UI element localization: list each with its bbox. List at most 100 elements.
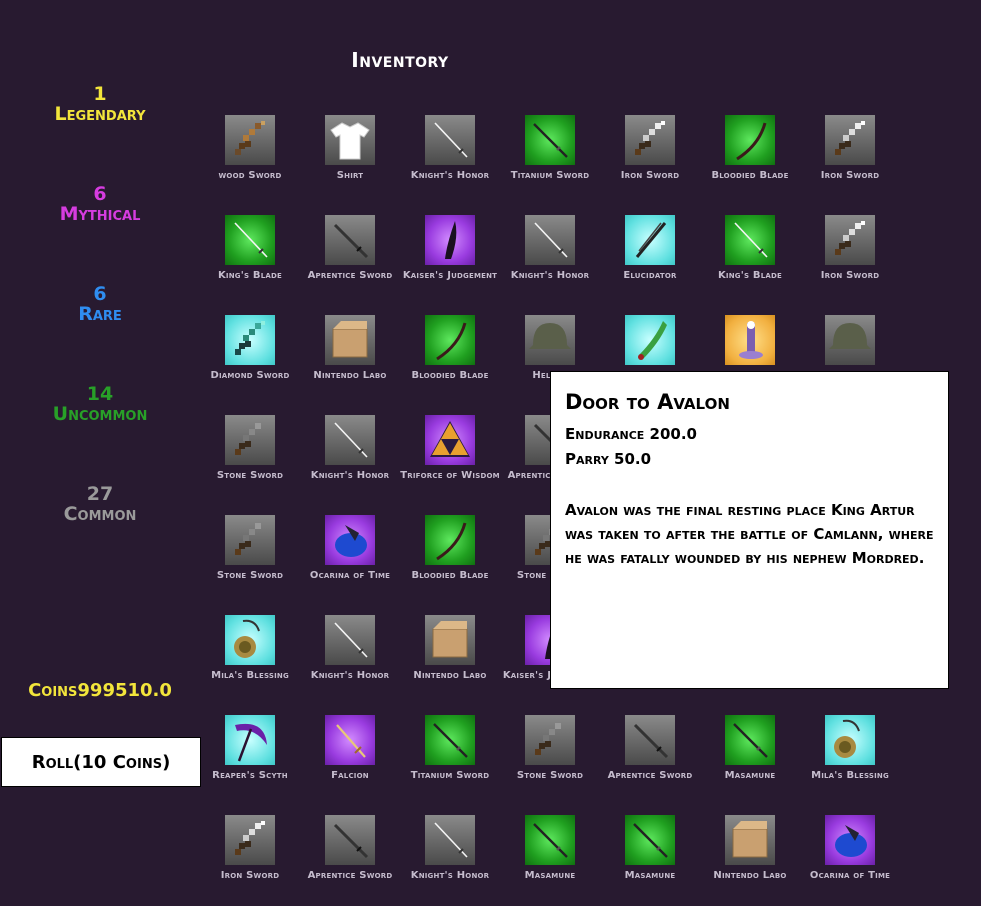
katana-icon [425, 715, 475, 765]
rapier-icon [525, 215, 575, 265]
inventory-slot[interactable]: Mila's Blessing [800, 715, 900, 805]
pixel-sword-iron-icon [825, 215, 875, 265]
tooltip-item-name: Door to Avalon [565, 390, 730, 414]
inventory-title: Inventory [351, 48, 449, 72]
inventory-slot[interactable]: Bloodied Blade [400, 515, 500, 605]
item-label: Aprentice Sword [607, 770, 693, 781]
inventory-slot[interactable]: Stone Sword [500, 715, 600, 805]
pixel-sword-stone-icon [525, 715, 575, 765]
dark-sword-icon [625, 215, 675, 265]
rapier-icon [325, 415, 375, 465]
roll-button[interactable]: Roll(10 Coins) [1, 737, 201, 787]
tooltip-description: Avalon was the final resting place King … [565, 501, 934, 567]
green-blade-icon [625, 315, 675, 365]
item-label: Ocarina of Time [809, 870, 891, 881]
inventory-slot[interactable]: Titanium Sword [400, 715, 500, 805]
inventory-slot[interactable]: Ocarina of Time [800, 815, 900, 905]
inventory-slot[interactable]: Nintendo Labo [700, 815, 800, 905]
inventory-slot[interactable]: Nintendo Labo [400, 615, 500, 705]
inventory-slot[interactable]: Triforce of Wisdom [400, 415, 500, 505]
rarity-count: 6 [93, 183, 107, 205]
inventory-slot[interactable]: Masamune [500, 815, 600, 905]
inventory-slot[interactable]: Knight's Honor [400, 115, 500, 205]
inventory-slot[interactable]: Knight's Honor [300, 415, 400, 505]
item-label: Triforce of Wisdom [400, 470, 500, 481]
pixel-sword-iron-icon [825, 115, 875, 165]
item-label: Knight's Honor [310, 670, 390, 681]
amulet-icon [825, 715, 875, 765]
item-label: Masamune [524, 870, 576, 881]
item-label: Aprentice Sword [307, 270, 393, 281]
inventory-slot[interactable]: Aprentice Sword [600, 715, 700, 805]
item-label: Elucidator [623, 270, 677, 281]
inventory-slot[interactable]: Iron Sword [800, 115, 900, 205]
inventory-slot[interactable]: Aprentice Sword [300, 215, 400, 305]
item-label: Titanium Sword [510, 170, 590, 181]
inventory-slot[interactable]: Iron Sword [600, 115, 700, 205]
curved-blade-icon [425, 315, 475, 365]
cardboard-box-icon [425, 615, 475, 665]
katana-icon [725, 715, 775, 765]
rarity-count: 1 [93, 83, 107, 105]
rarity-legendary: 1 Legendary [0, 84, 200, 124]
rarity-name: Rare [78, 303, 122, 325]
pixel-sword-stone-icon [225, 515, 275, 565]
item-label: Kaiser's Judgement [402, 270, 498, 281]
inventory-slot[interactable]: Kaiser's Judgement [400, 215, 500, 305]
rarity-count: 27 [86, 483, 114, 505]
item-label: Reaper's Scyth [212, 770, 288, 781]
inventory-slot[interactable]: Bloodied Blade [400, 315, 500, 405]
item-label: Stone Sword [216, 470, 284, 481]
inventory-slot[interactable]: Masamune [600, 815, 700, 905]
rarity-common: 27 Common [0, 484, 200, 524]
item-label: Diamond Sword [210, 370, 290, 381]
pixel-sword-stone-icon [225, 415, 275, 465]
inventory-slot[interactable]: Shirt [300, 115, 400, 205]
katana-icon [525, 815, 575, 865]
inventory-slot[interactable]: Bloodied Blade [700, 115, 800, 205]
item-label: wood Sword [218, 170, 282, 181]
inventory-slot[interactable]: Ocarina of Time [300, 515, 400, 605]
inventory-slot[interactable]: Knight's Honor [300, 615, 400, 705]
item-label: Nintendo Labo [313, 370, 387, 381]
inventory-slot[interactable]: Knight's Honor [400, 815, 500, 905]
rarity-name: Uncommon [52, 403, 148, 425]
ocarina-icon [325, 515, 375, 565]
item-label: Aprentice Sword [307, 870, 393, 881]
pixel-sword-wood-icon [225, 115, 275, 165]
inventory-slot[interactable]: Elucidator [600, 215, 700, 305]
item-label: Knight's Honor [310, 470, 390, 481]
item-label: King's Blade [217, 270, 283, 281]
inventory-slot[interactable]: Iron Sword [200, 815, 300, 905]
inventory-slot[interactable]: Stone Sword [200, 515, 300, 605]
inventory-slot[interactable]: King's Blade [200, 215, 300, 305]
inventory-slot[interactable]: Falcion [300, 715, 400, 805]
inventory-slot[interactable]: Mila's Blessing [200, 615, 300, 705]
inventory-slot[interactable]: Reaper's Scyth [200, 715, 300, 805]
rarity-name: Legendary [54, 103, 146, 125]
inventory-slot[interactable]: King's Blade [700, 215, 800, 305]
item-label: Mila's Blessing [211, 670, 289, 681]
item-label: Bloodied Blade [411, 570, 489, 581]
inventory-slot[interactable]: Stone Sword [200, 415, 300, 505]
inventory-slot[interactable]: Iron Sword [800, 215, 900, 305]
inventory-slot[interactable]: Nintendo Labo [300, 315, 400, 405]
inventory-slot[interactable]: Titanium Sword [500, 115, 600, 205]
item-label: Iron Sword [820, 270, 880, 281]
longsword-icon [325, 815, 375, 865]
inventory-slot[interactable]: Masamune [700, 715, 800, 805]
item-label: Knight's Honor [410, 870, 490, 881]
inventory-slot[interactable]: Aprentice Sword [300, 815, 400, 905]
cardboard-box-icon [325, 315, 375, 365]
inventory-slot[interactable]: wood Sword [200, 115, 300, 205]
item-label: Titanium Sword [410, 770, 490, 781]
item-label: Knight's Honor [410, 170, 490, 181]
item-label: Shirt [336, 170, 364, 181]
item-label: Stone Sword [216, 570, 284, 581]
pixel-sword-diamond-icon [225, 315, 275, 365]
tooltip-stat-endurance: Endurance 200.0 [565, 425, 697, 443]
item-label: Falcion [331, 770, 369, 781]
item-label: Masamune [724, 770, 776, 781]
inventory-slot[interactable]: Diamond Sword [200, 315, 300, 405]
inventory-slot[interactable]: Knight's Honor [500, 215, 600, 305]
